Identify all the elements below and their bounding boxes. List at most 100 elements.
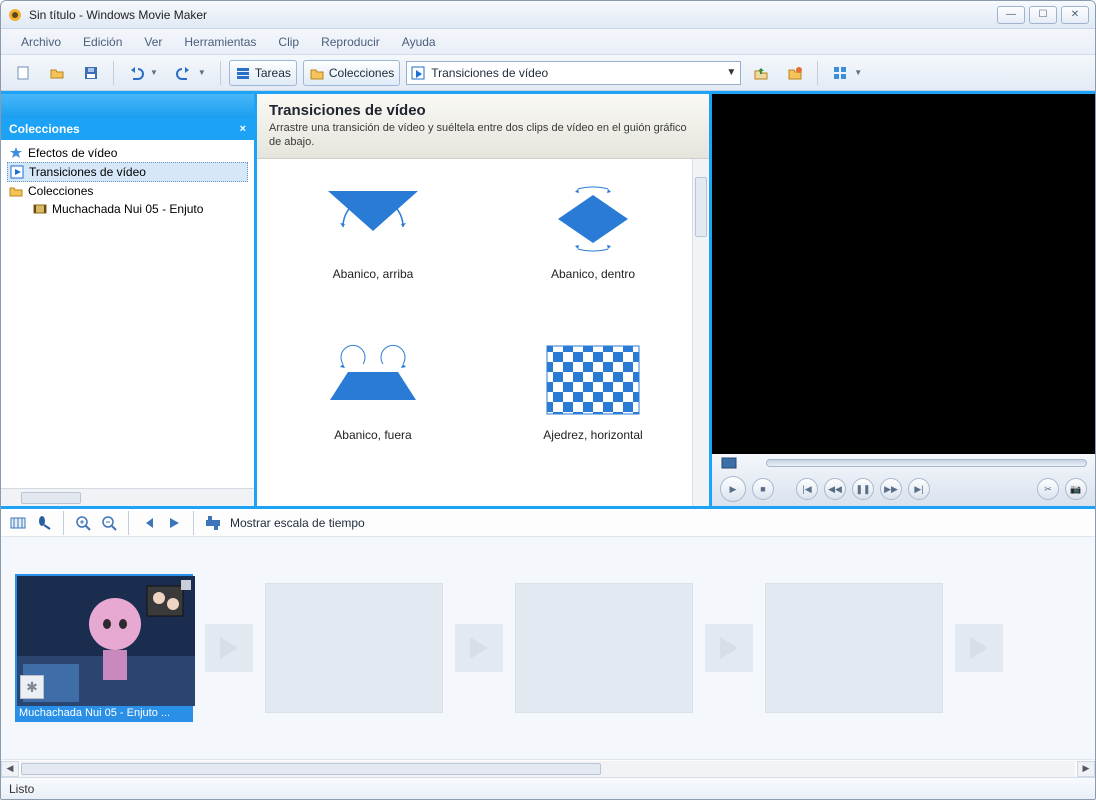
menu-reproducir[interactable]: Reproducir: [311, 31, 390, 53]
storyboard-clip[interactable]: ✱ Muchachada Nui 05 - Enjuto ...: [15, 574, 193, 722]
transition-item[interactable]: Abanico, arriba: [263, 171, 483, 333]
toolbar: ▼ ▼ Tareas Colecciones Transiciones de v…: [1, 55, 1095, 91]
app-icon: [7, 7, 23, 23]
zoom-out-icon[interactable]: [100, 514, 118, 532]
transition-slot[interactable]: [455, 624, 503, 672]
tree-label: Muchachada Nui 05 - Enjuto: [52, 202, 203, 216]
tree-item-transitions[interactable]: Transiciones de vídeo: [7, 162, 248, 182]
tasks-label: Tareas: [255, 66, 291, 80]
preview-screen[interactable]: [712, 94, 1095, 454]
collections-label: Colecciones: [329, 66, 394, 80]
empty-clip-slot[interactable]: [765, 583, 943, 713]
new-button[interactable]: [9, 60, 37, 86]
transition-preview: [538, 342, 648, 418]
tree-item-clip[interactable]: Muchachada Nui 05 - Enjuto: [31, 200, 248, 218]
scroll-left-button[interactable]: ◀: [1, 761, 19, 777]
clip-thumbnail: ✱: [15, 574, 193, 704]
sidebar-hscrollbar[interactable]: [1, 488, 254, 506]
empty-clip-slot[interactable]: [265, 583, 443, 713]
play-button[interactable]: ▶: [720, 476, 746, 502]
transition-preview: [318, 181, 428, 257]
transition-slot[interactable]: [205, 624, 253, 672]
open-button[interactable]: [43, 60, 71, 86]
save-button[interactable]: [77, 60, 105, 86]
film-icon: [33, 202, 47, 216]
minimize-button[interactable]: —: [997, 6, 1025, 24]
clip-caption: Muchachada Nui 05 - Enjuto ...: [15, 704, 193, 722]
zoom-in-icon[interactable]: [74, 514, 92, 532]
close-button[interactable]: ✕: [1061, 6, 1089, 24]
timeline-icon[interactable]: [9, 514, 27, 532]
content-heading: Transiciones de vídeo: [269, 102, 697, 119]
preview-controls: ▶ ■ |◀ ◀◀ ❚❚ ▶▶ ▶| ✂ 📷: [712, 454, 1095, 506]
transition-label: Abanico, arriba: [333, 267, 414, 281]
folder-icon: [9, 184, 23, 198]
transition-item[interactable]: Ajedrez, horizontal: [483, 332, 703, 494]
up-level-button[interactable]: [747, 60, 775, 86]
timeline-toggle-label[interactable]: Mostrar escala de tiempo: [230, 516, 365, 530]
sidebar: Colecciones × Efectos de vídeo Transicio…: [1, 94, 254, 506]
collections-button[interactable]: Colecciones: [303, 60, 400, 86]
star-icon: [9, 146, 23, 160]
tree-label: Efectos de vídeo: [28, 146, 117, 160]
title-bar[interactable]: Sin título - Windows Movie Maker — ☐ ✕: [1, 1, 1095, 29]
transitions-grid: Abanico, arriba Abanico, dentro Abanico,…: [257, 159, 709, 506]
prev-button[interactable]: |◀: [796, 478, 818, 500]
snapshot-button[interactable]: 📷: [1065, 478, 1087, 500]
seek-bar[interactable]: [766, 459, 1087, 467]
pause-button[interactable]: ❚❚: [852, 478, 874, 500]
stop-button[interactable]: ■: [752, 478, 774, 500]
tasks-button[interactable]: Tareas: [229, 60, 297, 86]
split-button[interactable]: ✂: [1037, 478, 1059, 500]
transition-item[interactable]: Abanico, fuera: [263, 332, 483, 494]
maximize-button[interactable]: ☐: [1029, 6, 1057, 24]
menu-herramientas[interactable]: Herramientas: [174, 31, 266, 53]
transition-item[interactable]: Abanico, dentro: [483, 171, 703, 333]
redo-button[interactable]: ▼: [170, 60, 212, 86]
toggle-view-icon[interactable]: [204, 514, 222, 532]
rewind-start-icon[interactable]: [139, 514, 157, 532]
content-header: Transiciones de vídeo Arrastre una trans…: [257, 94, 709, 159]
effect-indicator-icon: ✱: [20, 675, 44, 699]
content-panel: Transiciones de vídeo Arrastre una trans…: [254, 94, 712, 506]
storyboard-hscrollbar[interactable]: ◀ ▶: [1, 759, 1095, 777]
chevron-down-icon: ▼: [726, 67, 736, 78]
sidebar-decoration: [1, 94, 254, 118]
forward-button[interactable]: ▶▶: [880, 478, 902, 500]
main-panel: Colecciones × Efectos de vídeo Transicio…: [1, 91, 1095, 509]
collections-tree[interactable]: Efectos de vídeo Transiciones de vídeo C…: [1, 140, 254, 488]
bottom-toolbar: Mostrar escala de tiempo: [1, 509, 1095, 537]
sidebar-title: Colecciones: [9, 122, 80, 136]
play-square-icon: [10, 165, 24, 179]
transition-slot[interactable]: [705, 624, 753, 672]
tree-item-collections-root[interactable]: Colecciones: [7, 182, 248, 200]
new-folder-button[interactable]: [781, 60, 809, 86]
scroll-thumb[interactable]: [21, 763, 601, 775]
transition-label: Abanico, dentro: [551, 267, 635, 281]
menu-bar: Archivo Edición Ver Herramientas Clip Re…: [1, 29, 1095, 55]
status-text: Listo: [9, 782, 34, 796]
fullscreen-icon[interactable]: [720, 456, 738, 470]
empty-clip-slot[interactable]: [515, 583, 693, 713]
undo-button[interactable]: ▼: [122, 60, 164, 86]
view-mode-button[interactable]: ▼: [826, 60, 868, 86]
menu-edicion[interactable]: Edición: [73, 31, 132, 53]
transition-preview: [318, 342, 428, 418]
sidebar-close-button[interactable]: ×: [240, 123, 246, 135]
location-combobox[interactable]: Transiciones de vídeo ▼: [406, 61, 741, 85]
content-vscrollbar[interactable]: [692, 159, 709, 506]
menu-archivo[interactable]: Archivo: [11, 31, 71, 53]
menu-ver[interactable]: Ver: [134, 31, 172, 53]
menu-ayuda[interactable]: Ayuda: [392, 31, 446, 53]
play-storyboard-icon[interactable]: [165, 514, 183, 532]
rewind-button[interactable]: ◀◀: [824, 478, 846, 500]
scroll-right-button[interactable]: ▶: [1077, 761, 1095, 777]
narrate-icon[interactable]: [35, 514, 53, 532]
transition-label: Abanico, fuera: [334, 428, 411, 442]
transition-slot[interactable]: [955, 624, 1003, 672]
tree-item-effects[interactable]: Efectos de vídeo: [7, 144, 248, 162]
storyboard[interactable]: ✱ Muchachada Nui 05 - Enjuto ...: [1, 537, 1095, 759]
window-title: Sin título - Windows Movie Maker: [29, 8, 207, 22]
menu-clip[interactable]: Clip: [268, 31, 309, 53]
next-button[interactable]: ▶|: [908, 478, 930, 500]
